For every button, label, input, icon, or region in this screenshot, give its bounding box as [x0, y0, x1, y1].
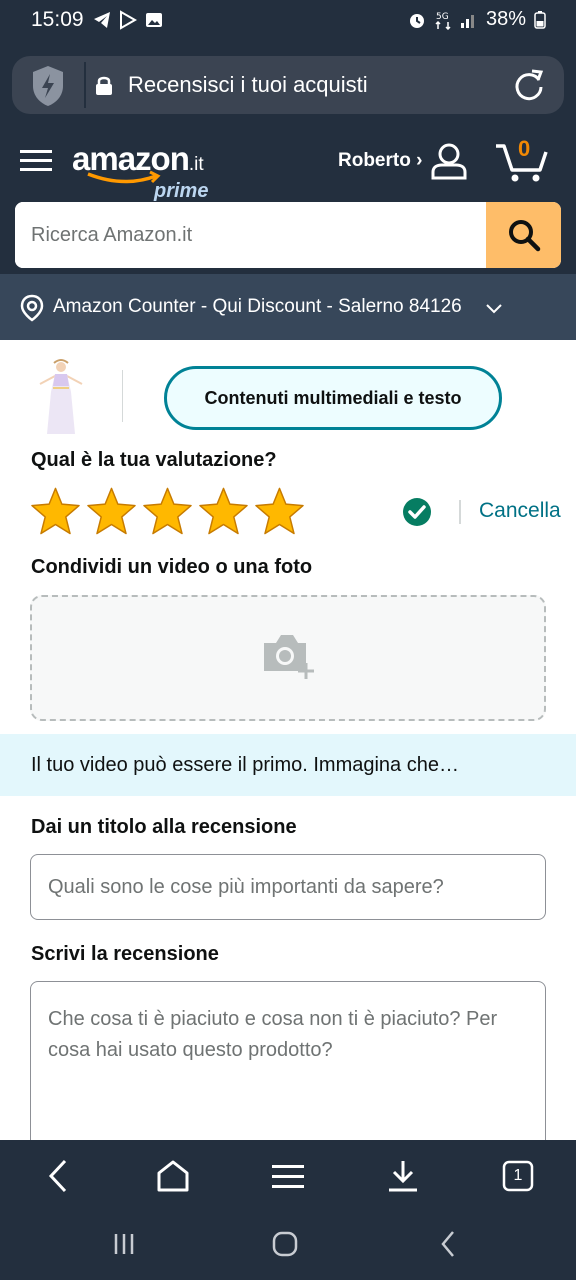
menu-lines-icon	[272, 1165, 304, 1188]
recent-apps-icon	[114, 1234, 134, 1254]
download-button[interactable]	[381, 1154, 425, 1198]
download-icon	[389, 1161, 417, 1192]
home-button[interactable]	[151, 1154, 195, 1198]
status-time: 15:09	[31, 8, 84, 31]
search-icon	[508, 220, 540, 252]
play-protect-icon	[120, 10, 138, 30]
browser-url-area: Recensisci i tuoi acquisti	[0, 44, 576, 126]
account-link[interactable]: Roberto ›	[338, 150, 422, 172]
system-home-icon	[272, 1231, 298, 1257]
star-5-icon[interactable]	[254, 486, 305, 536]
location-pin-icon	[20, 294, 44, 322]
product-row: Contenuti multimediali e testo	[0, 340, 576, 444]
star-rating[interactable]	[30, 486, 305, 536]
gallery-icon	[146, 13, 162, 27]
review-text-heading: Scrivi la recensione	[31, 943, 219, 965]
search-input[interactable]	[15, 202, 485, 268]
status-bar: 15:09 5G 38%	[0, 0, 576, 44]
system-home-button[interactable]	[265, 1228, 305, 1260]
browser-menu-button[interactable]	[266, 1154, 310, 1198]
url-title: Recensisci i tuoi acquisti	[128, 72, 368, 97]
tab-media-and-text[interactable]: Contenuti multimediali e testo	[164, 366, 502, 430]
add-photo-icon	[264, 635, 314, 679]
svg-text:5G: 5G	[436, 12, 449, 22]
star-2-icon[interactable]	[86, 486, 137, 536]
search-button[interactable]	[486, 202, 561, 268]
cart-count: 0	[518, 136, 531, 161]
media-upload-area[interactable]	[30, 595, 546, 721]
product-thumbnail[interactable]	[38, 358, 84, 438]
system-back-button[interactable]	[428, 1228, 468, 1260]
battery-text: 38%	[485, 8, 526, 30]
chevron-down-icon	[486, 304, 502, 314]
battery-icon	[534, 10, 546, 29]
5g-icon: 5G	[435, 12, 451, 30]
star-3-icon[interactable]	[142, 486, 193, 536]
star-4-icon[interactable]	[198, 486, 249, 536]
user-icon[interactable]	[430, 142, 468, 180]
review-title-input[interactable]	[30, 854, 546, 920]
tab-count: 1	[513, 1167, 523, 1184]
signal-icon	[460, 14, 474, 28]
delivery-location-bar[interactable]: Amazon Counter - Qui Discount - Salerno …	[0, 274, 576, 340]
url-bar[interactable]: Recensisci i tuoi acquisti	[12, 56, 564, 114]
logo-prime: prime	[154, 180, 209, 202]
system-nav-bar	[0, 1210, 576, 1280]
lock-icon	[96, 76, 112, 95]
share-media-heading: Condividi un video o una foto	[31, 556, 313, 578]
check-icon	[403, 498, 431, 526]
amazon-header: amazon.it prime Roberto › 0	[0, 126, 576, 274]
star-1-icon[interactable]	[30, 486, 81, 536]
amazon-logo[interactable]: amazon.it prime	[72, 140, 208, 202]
telegram-icon	[94, 12, 110, 28]
back-button[interactable]	[36, 1154, 80, 1198]
search-bar	[15, 202, 561, 268]
video-promo-banner[interactable]: Il tuo video può essere il primo. Immagi…	[0, 734, 576, 796]
reload-icon[interactable]	[512, 68, 546, 102]
recent-apps-button[interactable]	[104, 1228, 144, 1260]
alarm-icon	[409, 13, 424, 28]
shield-icon[interactable]	[30, 64, 66, 108]
menu-icon[interactable]	[20, 146, 52, 176]
review-title-heading: Dai un titolo alla recensione	[31, 816, 297, 838]
location-text: Amazon Counter - Qui Discount - Salerno …	[53, 296, 462, 317]
browser-toolbar: 1	[0, 1140, 576, 1210]
system-back-icon	[441, 1231, 454, 1257]
logo-suffix: .it	[188, 154, 204, 175]
tabs-button[interactable]: 1	[496, 1154, 540, 1198]
cancel-rating-link[interactable]: Cancella	[479, 499, 561, 523]
review-text-input[interactable]	[30, 981, 546, 1161]
rating-heading: Qual è la tua valutazione?	[31, 449, 277, 470]
home-icon	[157, 1160, 189, 1192]
chevron-left-icon	[48, 1159, 67, 1193]
logo-smile-icon	[87, 170, 161, 184]
